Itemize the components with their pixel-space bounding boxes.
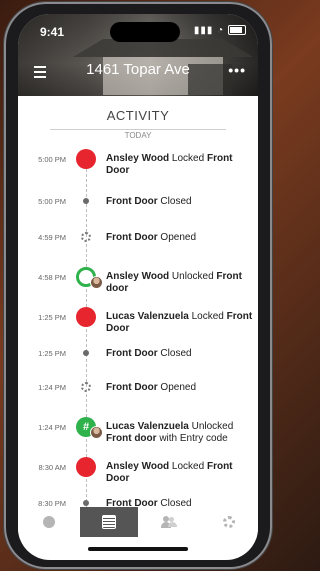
- event-time: 4:59 PM: [38, 233, 66, 242]
- event-time: 1:25 PM: [38, 349, 66, 358]
- event-subject: Ansley Wood: [106, 461, 170, 472]
- home-indicator[interactable]: [88, 547, 188, 551]
- activity-event[interactable]: 5:00 PM Ansley Wood Locked Front Door: [18, 149, 258, 181]
- event-subject: Lucas Valenzuela: [106, 311, 189, 322]
- door-opened-icon: [81, 382, 91, 392]
- event-action: Locked: [169, 461, 207, 472]
- event-action: Locked: [169, 153, 207, 164]
- event-action: Unlocked: [169, 271, 217, 282]
- page-title: 1461 Topar Ave: [86, 61, 190, 78]
- signal-icon: ▮▮▮: [193, 25, 214, 36]
- event-action: Closed: [157, 348, 192, 359]
- activity-event[interactable]: 1:24 PM # Lucas Valenzuela Unlocked Front …: [18, 417, 258, 449]
- event-subject: Front Door: [106, 196, 158, 207]
- user-avatar: [90, 426, 103, 439]
- event-time: 1:25 PM: [38, 313, 66, 322]
- users-icon: [161, 516, 177, 528]
- event-description: Lucas Valenzuela Locked Front Door: [106, 311, 254, 335]
- section-label-today: TODAY: [124, 131, 152, 140]
- event-time: 5:00 PM: [38, 155, 66, 164]
- user-avatar: [90, 276, 103, 289]
- locked-status-icon: [76, 457, 96, 477]
- phone-frame: 9:41 ▮▮▮ ◔ 1461 Topar Ave ••• ACTIVITY T…: [4, 2, 272, 569]
- wifi-icon: ◔: [217, 25, 225, 36]
- nav-tab-3[interactable]: [200, 507, 258, 537]
- app-screen: 9:41 ▮▮▮ ◔ 1461 Topar Ave ••• ACTIVITY T…: [18, 14, 258, 560]
- event-description: Ansley Wood Unlocked Front door: [106, 271, 254, 295]
- event-time: 5:00 PM: [38, 197, 66, 206]
- activity-event[interactable]: 1:25 PM Lucas Valenzuela Locked Front Doo…: [18, 307, 258, 339]
- event-subject: Front Door: [106, 232, 158, 243]
- door-closed-icon: [83, 350, 89, 356]
- activity-list-icon: [102, 515, 116, 529]
- nav-tab-1[interactable]: [80, 507, 138, 537]
- activity-heading: ACTIVITY: [106, 108, 170, 123]
- settings-icon: [223, 516, 235, 528]
- event-subject: Lucas Valenzuela: [106, 421, 189, 432]
- status-icons: ▮▮▮ ◔: [194, 25, 246, 36]
- door-closed-icon: [83, 500, 89, 506]
- activity-event[interactable]: 5:00 PM Front Door Closed: [18, 195, 258, 215]
- event-action: with Entry code: [156, 433, 228, 444]
- divider: [50, 129, 226, 130]
- activity-event[interactable]: 4:58 PM Ansley Wood Unlocked Front door: [18, 267, 258, 299]
- status-time: 9:41: [40, 25, 65, 39]
- event-action: Locked: [188, 311, 227, 322]
- door-opened-icon: [81, 232, 91, 242]
- event-description: Front Door Opened: [106, 382, 254, 394]
- event-description: Front Door Closed: [106, 348, 254, 360]
- event-description: Lucas Valenzuela Unlocked Front door wit…: [106, 421, 254, 445]
- event-action: Unlocked: [188, 421, 234, 432]
- event-subject: Front door: [106, 433, 157, 444]
- more-options-icon[interactable]: •••: [228, 62, 246, 78]
- nav-tab-0[interactable]: [20, 507, 78, 537]
- event-description: Ansley Wood Locked Front Door: [106, 461, 254, 485]
- event-action: Opened: [157, 382, 197, 393]
- event-description: Ansley Wood Locked Front Door: [106, 153, 254, 177]
- event-action: Opened: [157, 232, 197, 243]
- event-subject: Front Door: [106, 348, 158, 359]
- event-action: Closed: [157, 196, 192, 207]
- bottom-nav: [18, 507, 258, 539]
- activity-event[interactable]: 1:24 PM Front Door Opened: [18, 381, 258, 401]
- event-subject: Front Door: [106, 382, 158, 393]
- event-time: 1:24 PM: [38, 383, 66, 392]
- event-time: 1:24 PM: [38, 423, 66, 432]
- locked-status-icon: [76, 307, 96, 327]
- activity-event[interactable]: 8:30 AM Ansley Wood Locked Front Door: [18, 457, 258, 489]
- event-description: Front Door Opened: [106, 232, 254, 244]
- door-closed-icon: [83, 198, 89, 204]
- event-time: 4:58 PM: [38, 273, 66, 282]
- nav-tab-2[interactable]: [140, 507, 198, 537]
- activity-timeline: 5:00 PM Ansley Wood Locked Front Door 5:00…: [18, 141, 258, 511]
- locked-status-icon: [76, 149, 96, 169]
- event-description: Front Door Closed: [106, 196, 254, 208]
- activity-event[interactable]: 1:25 PM Front Door Closed: [18, 347, 258, 367]
- event-time: 8:30 AM: [38, 463, 66, 472]
- activity-event[interactable]: 4:59 PM Front Door Opened: [18, 231, 258, 251]
- status-icon: [43, 516, 55, 528]
- event-subject: Ansley Wood: [106, 153, 170, 164]
- event-subject: Ansley Wood: [106, 271, 170, 282]
- dynamic-island: [110, 22, 180, 42]
- battery-icon: [228, 25, 246, 36]
